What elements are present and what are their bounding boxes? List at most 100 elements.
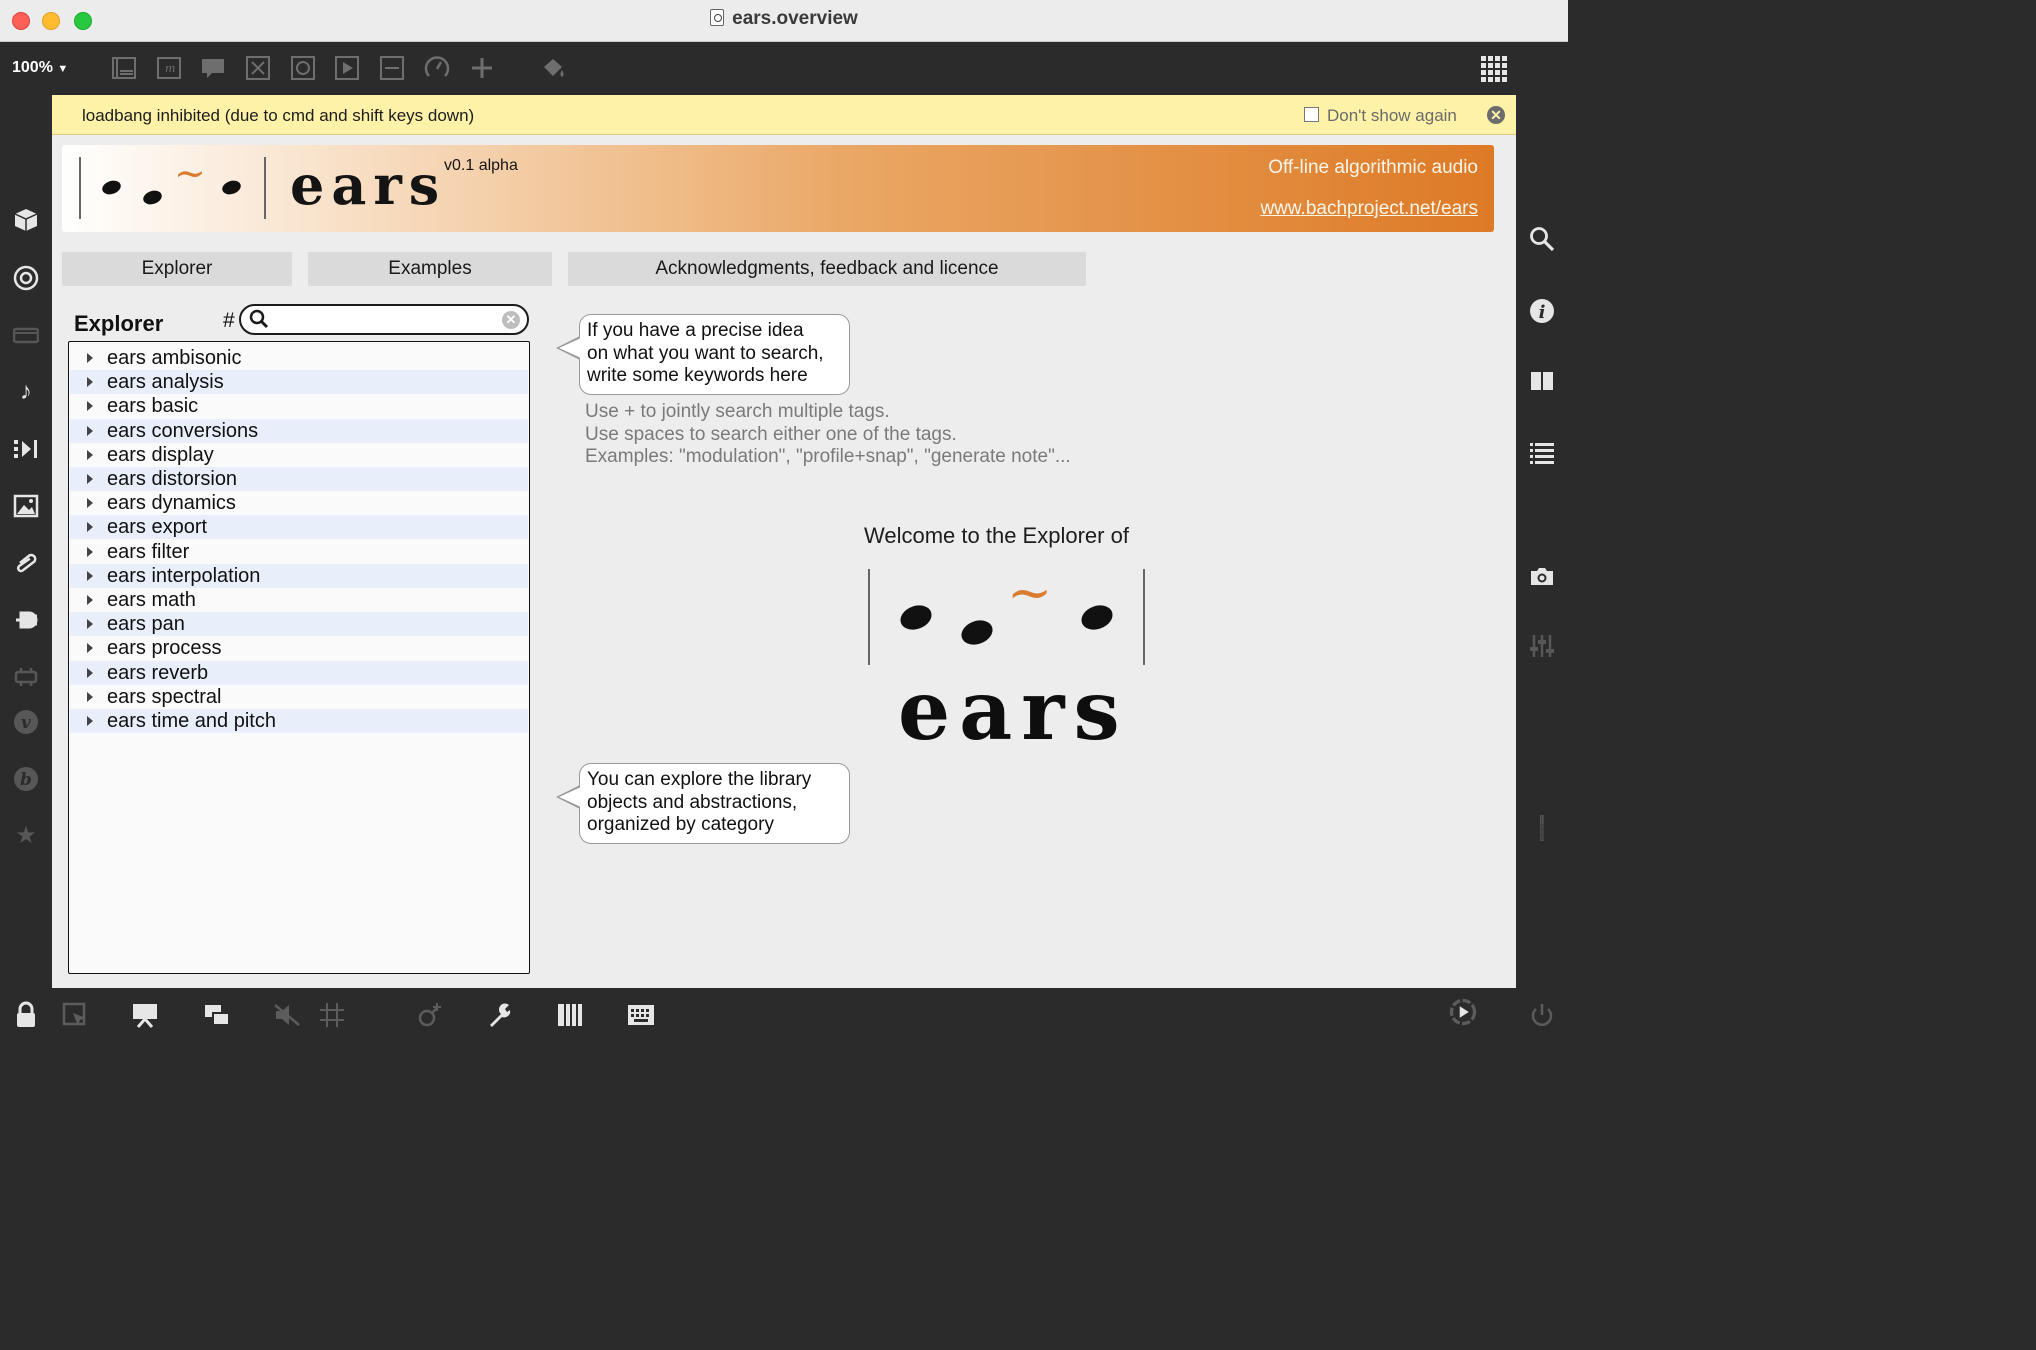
category-item[interactable]: ears distorsion bbox=[70, 467, 528, 491]
paperclip-icon[interactable] bbox=[13, 550, 39, 576]
disclosure-triangle-icon[interactable] bbox=[87, 619, 93, 630]
category-label: ears analysis bbox=[107, 371, 224, 394]
category-item[interactable]: ears math bbox=[70, 588, 528, 612]
bottom-toolbar bbox=[0, 988, 1568, 1040]
add-patch-icon[interactable] bbox=[416, 1001, 444, 1029]
search-hint: Use spaces to search either one of the t… bbox=[585, 424, 957, 445]
dont-show-again-label: Don't show again bbox=[1327, 106, 1457, 125]
disclosure-triangle-icon[interactable] bbox=[87, 716, 93, 726]
dial-icon[interactable] bbox=[424, 55, 450, 81]
play-icon[interactable] bbox=[334, 55, 360, 81]
category-item[interactable]: ears interpolation bbox=[70, 563, 528, 588]
star-icon[interactable]: ★ bbox=[13, 823, 39, 849]
category-item[interactable]: ears time and pitch bbox=[70, 709, 528, 733]
tab-explorer[interactable]: Explorer bbox=[62, 252, 292, 286]
wrench-icon[interactable] bbox=[486, 1001, 514, 1029]
tab-acknowledgments[interactable]: Acknowledgments, feedback and licence bbox=[568, 252, 1086, 286]
windows-icon[interactable] bbox=[203, 1001, 231, 1029]
logo-tilde: ~ bbox=[174, 151, 206, 195]
disclosure-triangle-icon[interactable] bbox=[87, 401, 93, 412]
music-note-icon[interactable]: ♪ bbox=[13, 379, 39, 405]
mute-icon[interactable] bbox=[273, 1001, 301, 1029]
image-icon[interactable] bbox=[13, 493, 39, 519]
category-item[interactable]: ears reverb bbox=[70, 660, 528, 685]
audio-on-icon[interactable] bbox=[1446, 998, 1480, 1032]
disclosure-triangle-icon[interactable] bbox=[87, 595, 93, 605]
category-item[interactable]: ears analysis bbox=[70, 370, 528, 395]
add-icon[interactable] bbox=[469, 55, 495, 81]
v-package-icon[interactable]: v bbox=[13, 709, 39, 735]
category-item[interactable]: ears conversions bbox=[70, 418, 528, 443]
category-item[interactable]: ears basic bbox=[70, 394, 528, 418]
columns-icon[interactable] bbox=[1529, 368, 1555, 394]
toggle-icon[interactable] bbox=[290, 55, 316, 81]
clear-search-icon[interactable]: ✕ bbox=[502, 311, 520, 329]
new-object-icon[interactable] bbox=[111, 55, 137, 81]
chevron-down-icon: ▼ bbox=[57, 63, 69, 75]
bach-package-icon[interactable]: b bbox=[13, 766, 39, 792]
mixer-icon[interactable] bbox=[1529, 633, 1555, 659]
category-label: ears display bbox=[107, 443, 214, 466]
search-icon bbox=[249, 309, 269, 329]
comment-icon[interactable] bbox=[200, 55, 226, 81]
zoom-menu[interactable]: 100% ▼ bbox=[12, 59, 68, 77]
disclosure-triangle-icon[interactable] bbox=[87, 546, 93, 557]
disclosure-triangle-icon[interactable] bbox=[87, 353, 93, 363]
category-item[interactable]: ears dynamics bbox=[70, 491, 528, 515]
welcome-logo-text: ears bbox=[898, 663, 1129, 759]
message-icon[interactable]: m bbox=[156, 55, 182, 81]
category-item[interactable]: ears pan bbox=[70, 612, 528, 637]
close-icon[interactable]: ✕ bbox=[1487, 106, 1505, 124]
connector-icon[interactable] bbox=[13, 664, 39, 690]
power-icon[interactable] bbox=[1528, 1001, 1556, 1029]
disclosure-triangle-icon[interactable] bbox=[87, 498, 93, 509]
category-item[interactable]: ears spectral bbox=[70, 685, 528, 709]
tab-examples[interactable]: Examples bbox=[308, 252, 552, 286]
tag-hash-label: # bbox=[223, 309, 235, 332]
piano-keys-icon[interactable] bbox=[556, 1001, 584, 1029]
list-icon[interactable] bbox=[1529, 440, 1555, 466]
category-item[interactable]: ears process bbox=[70, 636, 528, 660]
search-tip-line: If you have a precise idea bbox=[587, 320, 804, 341]
dont-show-again-checkbox[interactable] bbox=[1304, 107, 1319, 122]
disclosure-triangle-icon[interactable] bbox=[87, 425, 93, 436]
dont-show-again-option[interactable]: Don't show again bbox=[1304, 106, 1457, 126]
target-icon[interactable] bbox=[13, 265, 39, 291]
category-item[interactable]: ears export bbox=[70, 515, 528, 540]
slider-icon[interactable] bbox=[379, 55, 405, 81]
info-icon[interactable]: i bbox=[1529, 298, 1555, 324]
disclosure-triangle-icon[interactable] bbox=[87, 474, 93, 484]
edit-select-icon[interactable] bbox=[61, 1001, 89, 1029]
plug-icon[interactable] bbox=[13, 607, 39, 633]
keyboard-icon[interactable] bbox=[627, 1001, 655, 1029]
category-list[interactable]: ears ambisonic ears analysis ears basic ear… bbox=[68, 341, 530, 974]
category-label: ears reverb bbox=[107, 661, 209, 684]
category-item[interactable]: ears ambisonic bbox=[70, 346, 528, 370]
presentation-icon[interactable] bbox=[131, 1001, 159, 1029]
paint-bucket-icon[interactable] bbox=[540, 55, 566, 81]
button-icon[interactable] bbox=[245, 55, 271, 81]
cube-icon[interactable] bbox=[13, 207, 39, 233]
camera-icon[interactable] bbox=[1529, 563, 1555, 589]
disclosure-triangle-icon[interactable] bbox=[87, 449, 93, 460]
svg-text:v: v bbox=[21, 713, 32, 733]
lock-icon[interactable] bbox=[12, 1001, 40, 1029]
banner-url-link[interactable]: www.bachproject.net/ears bbox=[1260, 198, 1478, 220]
disclosure-triangle-icon[interactable] bbox=[87, 691, 93, 702]
search-icon[interactable] bbox=[1529, 226, 1555, 252]
disclosure-triangle-icon[interactable] bbox=[87, 377, 93, 388]
device-icon[interactable] bbox=[12, 322, 40, 348]
sequence-icon[interactable] bbox=[13, 436, 39, 462]
grid-snap-icon[interactable] bbox=[318, 1001, 346, 1029]
disclosure-triangle-icon[interactable] bbox=[87, 643, 93, 654]
category-label: ears time and pitch bbox=[107, 710, 276, 732]
disclosure-triangle-icon[interactable] bbox=[87, 522, 93, 533]
disclosure-triangle-icon[interactable] bbox=[87, 667, 93, 678]
category-item[interactable]: ears display bbox=[70, 443, 528, 467]
search-input[interactable]: ✕ bbox=[239, 304, 529, 335]
disclosure-triangle-icon[interactable] bbox=[87, 570, 93, 581]
grid-icon[interactable] bbox=[1480, 55, 1510, 85]
svg-text:i: i bbox=[1539, 302, 1546, 323]
category-item[interactable]: ears filter bbox=[70, 540, 528, 564]
version-label: v0.1 alpha bbox=[444, 157, 518, 174]
